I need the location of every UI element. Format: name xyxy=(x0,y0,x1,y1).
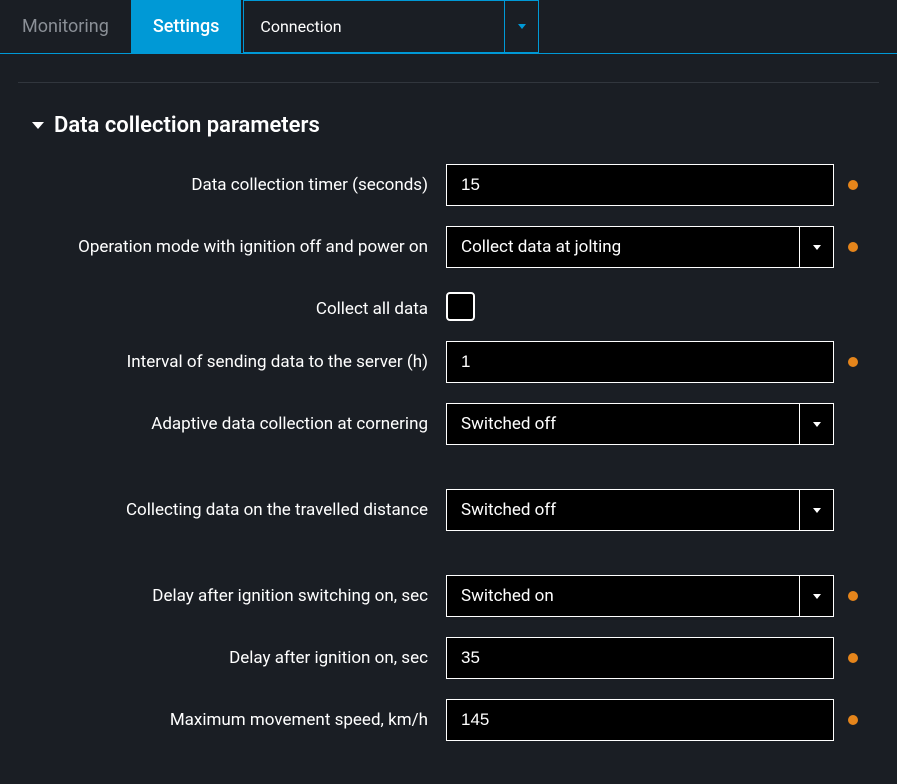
tab-settings[interactable]: Settings xyxy=(131,0,242,53)
section-header[interactable]: Data collection parameters xyxy=(32,113,879,138)
maxspeed-label: Maximum movement speed, km/h xyxy=(18,699,446,732)
adaptive-dropdown-button[interactable] xyxy=(799,404,833,444)
delayswitch-value: Switched on xyxy=(447,576,799,616)
collectall-checkbox[interactable] xyxy=(446,292,475,321)
chevron-down-icon xyxy=(813,508,821,513)
tab-bar: Monitoring Settings Connection xyxy=(0,0,897,54)
distance-dropdown-button[interactable] xyxy=(799,490,833,530)
section-title: Data collection parameters xyxy=(54,113,320,138)
chevron-down-icon xyxy=(813,245,821,250)
opmode-value: Collect data at jolting xyxy=(447,227,799,267)
chevron-down-icon xyxy=(813,422,821,427)
opmode-select[interactable]: Collect data at jolting xyxy=(446,226,834,268)
opmode-dropdown-button[interactable] xyxy=(799,227,833,267)
adaptive-select[interactable]: Switched off xyxy=(446,403,834,445)
connection-select[interactable]: Connection xyxy=(243,0,539,53)
delayswitch-dropdown-button[interactable] xyxy=(799,576,833,616)
delayon-label: Delay after ignition on, sec xyxy=(18,637,446,670)
chevron-down-icon xyxy=(813,594,821,599)
timer-input[interactable] xyxy=(446,164,834,206)
status-dot xyxy=(848,591,858,601)
status-dot xyxy=(848,180,858,190)
distance-select[interactable]: Switched off xyxy=(446,489,834,531)
delayswitch-label: Delay after ignition switching on, sec xyxy=(18,575,446,608)
status-dot xyxy=(848,242,858,252)
timer-label: Data collection timer (seconds) xyxy=(18,164,446,197)
interval-label: Interval of sending data to the server (… xyxy=(18,341,446,374)
status-dot xyxy=(848,357,858,367)
distance-value: Switched off xyxy=(447,490,799,530)
connection-label: Connection xyxy=(244,1,504,52)
distance-label: Collecting data on the travelled distanc… xyxy=(18,489,446,522)
adaptive-value: Switched off xyxy=(447,404,799,444)
adaptive-label: Adaptive data collection at cornering xyxy=(18,403,446,436)
divider xyxy=(18,82,879,83)
delayswitch-select[interactable]: Switched on xyxy=(446,575,834,617)
chevron-down-icon xyxy=(32,122,44,129)
maxspeed-input[interactable] xyxy=(446,699,834,741)
tab-monitoring[interactable]: Monitoring xyxy=(0,0,131,53)
status-dot xyxy=(848,715,858,725)
chevron-down-icon xyxy=(518,24,526,29)
delayon-input[interactable] xyxy=(446,637,834,679)
status-dot xyxy=(848,653,858,663)
connection-dropdown-button[interactable] xyxy=(504,1,538,52)
interval-input[interactable] xyxy=(446,341,834,383)
collectall-label: Collect all data xyxy=(18,288,446,321)
opmode-label: Operation mode with ignition off and pow… xyxy=(18,226,446,259)
